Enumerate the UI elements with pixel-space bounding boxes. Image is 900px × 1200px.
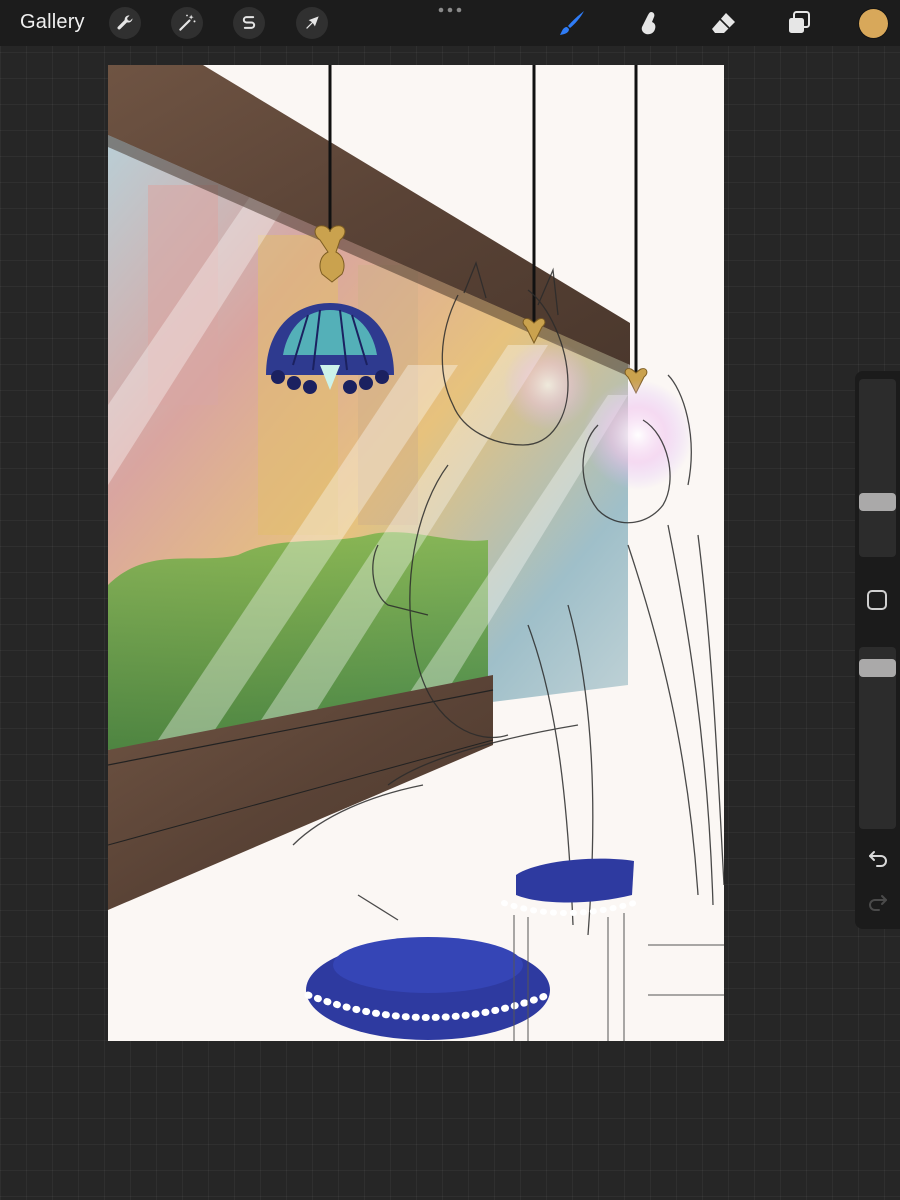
selection-s-icon (242, 16, 256, 29)
magic-wand-icon (179, 14, 196, 31)
right-sidebar (855, 371, 900, 929)
more-options-icon[interactable] (436, 5, 464, 15)
brush-icon (560, 11, 584, 35)
brush-size-thumb[interactable] (859, 493, 896, 511)
opacity-thumb[interactable] (859, 659, 896, 677)
undo-icon[interactable] (866, 845, 890, 869)
wrench-icon (117, 15, 133, 30)
eraser-tool-button[interactable] (709, 8, 739, 38)
opacity-slider[interactable] (859, 647, 896, 829)
brush-size-slider[interactable] (859, 379, 896, 557)
gallery-button[interactable]: Gallery (20, 11, 85, 34)
current-color-swatch[interactable] (859, 9, 888, 38)
layers-button[interactable] (784, 8, 814, 38)
modify-button[interactable] (867, 590, 887, 610)
transform-button[interactable] (296, 7, 328, 39)
smudge-tool-button[interactable] (633, 8, 663, 38)
top-toolbar: Gallery (0, 0, 900, 46)
brush-tool-button[interactable] (557, 8, 587, 38)
adjustments-button[interactable] (171, 7, 203, 39)
artwork-illustration (108, 65, 724, 1041)
actions-button[interactable] (109, 7, 141, 39)
eraser-icon (712, 13, 735, 33)
smudge-finger-icon (641, 12, 656, 35)
layers-icon (789, 11, 810, 33)
drawing-canvas[interactable] (108, 65, 724, 1041)
arrow-cursor-icon (306, 16, 319, 29)
redo-icon[interactable] (866, 889, 890, 913)
selection-button[interactable] (233, 7, 265, 39)
